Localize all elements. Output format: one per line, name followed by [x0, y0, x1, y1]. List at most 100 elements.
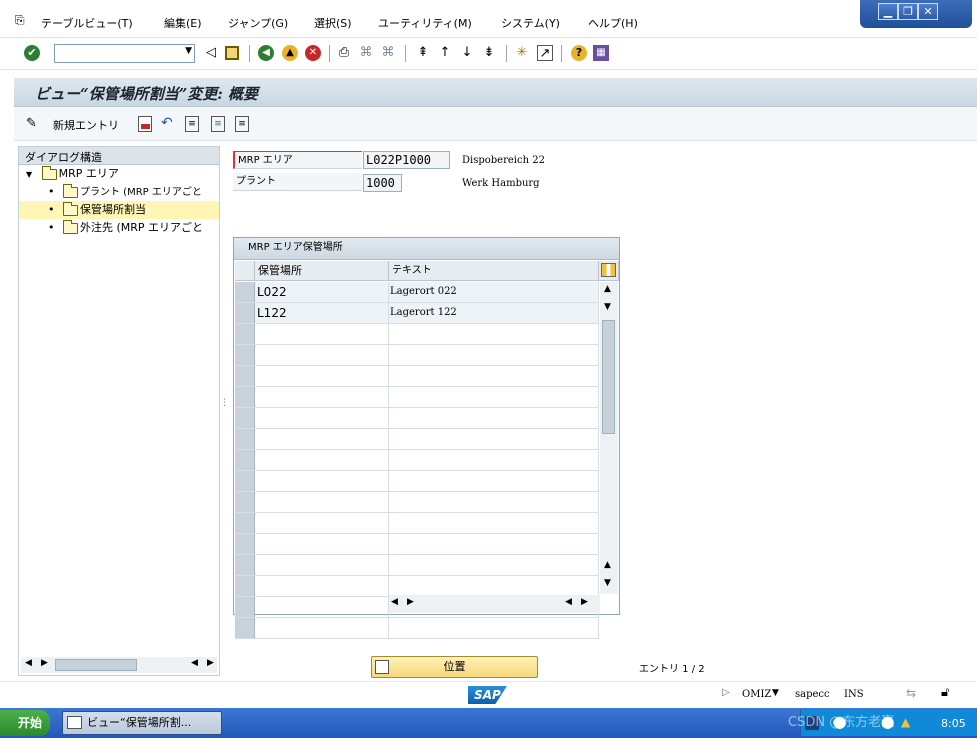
location-cell[interactable]: [256, 576, 389, 596]
new-session-icon[interactable]: ✳: [514, 45, 530, 61]
deselect-all-icon[interactable]: ≡: [235, 116, 249, 132]
window-menu-icon[interactable]: ⎘: [15, 13, 25, 28]
scroll-thumb[interactable]: [55, 659, 137, 671]
select-block-icon[interactable]: ≡: [211, 116, 225, 132]
scroll-right-icon[interactable]: ▶: [581, 597, 588, 607]
enter-check-icon[interactable]: ✔: [24, 45, 40, 61]
back-icon[interactable]: ◀: [258, 45, 274, 61]
row-selector[interactable]: [235, 324, 255, 344]
find-next-icon[interactable]: ⌘: [380, 45, 396, 61]
lock-icon[interactable]: 🔓︎: [941, 685, 949, 700]
vertical-scrollbar[interactable]: ▲ ▼ ▲ ▼: [600, 282, 618, 594]
help-icon[interactable]: ?: [571, 45, 587, 61]
restore-button[interactable]: ❐: [898, 3, 918, 20]
splitter-handle[interactable]: ⋮: [220, 398, 229, 408]
tree-node-plant[interactable]: • プラント (MRP エリアごと: [19, 183, 219, 201]
location-cell[interactable]: [256, 471, 389, 491]
scroll-right-icon[interactable]: ▶: [41, 658, 48, 668]
row-selector[interactable]: [235, 366, 255, 386]
location-cell[interactable]: [256, 597, 389, 617]
row-selector[interactable]: [235, 345, 255, 365]
location-cell[interactable]: [256, 408, 389, 428]
scroll-left-icon[interactable]: ◀: [25, 658, 32, 668]
scroll-down-icon[interactable]: ▼: [604, 302, 611, 312]
location-cell[interactable]: [256, 387, 389, 407]
first-page-icon[interactable]: ⇞: [415, 45, 431, 61]
location-cell[interactable]: [256, 555, 389, 575]
table-row[interactable]: [235, 324, 599, 345]
row-selector[interactable]: [235, 282, 255, 302]
row-selector[interactable]: [235, 618, 255, 638]
location-cell[interactable]: [256, 429, 389, 449]
next-page-icon[interactable]: ↓: [459, 45, 475, 61]
row-selector[interactable]: [235, 534, 255, 554]
tree-node-mrp-area[interactable]: ▼ MRP エリア: [19, 165, 219, 183]
row-selector[interactable]: [235, 408, 255, 428]
new-entries-icon[interactable]: ✎: [26, 116, 37, 131]
layout-menu-icon[interactable]: ▦: [593, 45, 609, 61]
table-row[interactable]: [235, 513, 599, 534]
table-row[interactable]: L022 Lagerort 022: [235, 282, 599, 303]
menu-goto[interactable]: ジャンプ(G): [228, 15, 288, 31]
back-arrow-icon[interactable]: ◁: [203, 45, 219, 61]
close-button[interactable]: ✕: [918, 3, 938, 20]
table-row[interactable]: [235, 408, 599, 429]
row-selector[interactable]: [235, 450, 255, 470]
row-selector[interactable]: [235, 303, 255, 323]
cancel-icon[interactable]: ✕: [305, 45, 321, 61]
scroll-right-icon[interactable]: ▶: [207, 658, 214, 668]
tray-icon[interactable]: ▲: [901, 715, 910, 729]
location-cell[interactable]: [256, 534, 389, 554]
last-page-icon[interactable]: ⇟: [481, 45, 497, 61]
undo-change-icon[interactable]: ↶: [161, 115, 173, 131]
table-row[interactable]: [235, 366, 599, 387]
new-entries-button[interactable]: 新規エントリ: [53, 117, 119, 133]
table-row[interactable]: [235, 618, 599, 639]
menu-utilities[interactable]: ユーティリティ(M): [378, 15, 472, 31]
mrp-area-field[interactable]: L022P1000: [363, 151, 450, 169]
row-selector[interactable]: [235, 471, 255, 491]
save-icon[interactable]: [225, 46, 239, 60]
chevron-down-icon[interactable]: ▼: [185, 46, 192, 56]
tree-node-subcontractor[interactable]: • 外注先 (MRP エリアごと: [19, 219, 219, 237]
row-selector[interactable]: [235, 555, 255, 575]
location-cell[interactable]: [256, 513, 389, 533]
table-settings-icon[interactable]: [599, 261, 619, 281]
menu-system[interactable]: システム(Y): [501, 15, 560, 31]
table-row[interactable]: [235, 534, 599, 555]
scroll-up-icon[interactable]: ▲: [604, 284, 611, 294]
expand-triangle-icon[interactable]: ▼: [26, 170, 32, 179]
row-selector[interactable]: [235, 429, 255, 449]
scroll-right-icon[interactable]: ▶: [407, 597, 414, 607]
location-cell[interactable]: [256, 450, 389, 470]
row-selector[interactable]: [235, 492, 255, 512]
column-header-text[interactable]: テキスト: [389, 261, 599, 281]
scroll-thumb[interactable]: [602, 320, 615, 434]
command-field[interactable]: ▼: [54, 44, 195, 63]
column-header-location[interactable]: 保管場所: [255, 261, 389, 281]
table-row[interactable]: [235, 387, 599, 408]
position-button[interactable]: 位置: [371, 656, 538, 678]
scroll-left-icon[interactable]: ◀: [391, 597, 398, 607]
copy-as-icon[interactable]: [138, 116, 152, 132]
location-cell[interactable]: [256, 366, 389, 386]
row-selector[interactable]: [235, 576, 255, 596]
menu-select[interactable]: 選択(S): [314, 15, 352, 31]
expand-status-icon[interactable]: ▷: [722, 687, 730, 698]
row-selector[interactable]: [235, 597, 255, 617]
select-all-corner[interactable]: [235, 261, 255, 281]
scroll-up-icon[interactable]: ▲: [604, 560, 611, 570]
menu-edit[interactable]: 編集(E): [164, 15, 202, 31]
previous-page-icon[interactable]: ↑: [437, 45, 453, 61]
horizontal-scrollbar[interactable]: ◀ ▶ ◀ ▶: [389, 595, 600, 613]
row-selector[interactable]: [235, 387, 255, 407]
table-row[interactable]: [235, 429, 599, 450]
horizontal-scrollbar[interactable]: ◀ ▶ ◀ ▶: [21, 657, 217, 673]
exit-icon[interactable]: ▲: [282, 45, 298, 61]
scroll-left-icon[interactable]: ◀: [565, 597, 572, 607]
minimize-button[interactable]: ▁: [878, 3, 898, 20]
table-row[interactable]: [235, 576, 599, 597]
row-selector[interactable]: [235, 513, 255, 533]
find-icon[interactable]: ⌘: [358, 45, 374, 61]
location-cell[interactable]: [256, 618, 389, 638]
